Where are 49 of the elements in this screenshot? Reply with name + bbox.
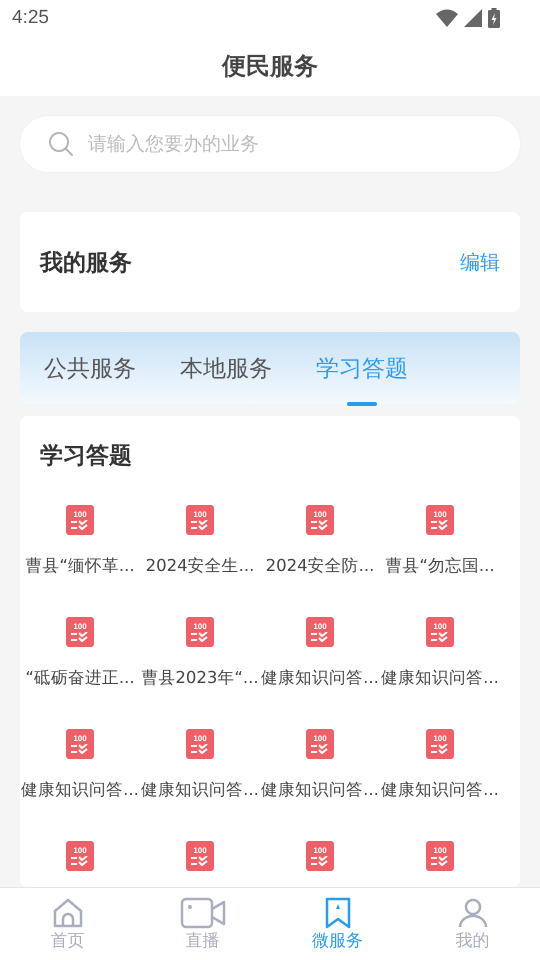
quiz-icon[interactable]: 100 (306, 729, 334, 759)
quiz-label[interactable]: 2024安全生... (146, 553, 254, 579)
quiz-label[interactable]: “砥砺奋进正... (25, 665, 135, 691)
quiz-icon[interactable]: 100 (426, 841, 454, 871)
quiz-icon[interactable]: 100 (186, 841, 214, 871)
quiz-label[interactable]: 健康知识问答... (141, 777, 259, 803)
quiz-label[interactable]: 健康知识问答... (381, 777, 499, 803)
user-icon (456, 897, 488, 929)
nav-item[interactable]: 直播 (142, 888, 262, 960)
tab[interactable]: 公共服务 (32, 332, 148, 404)
status-time: 4:25 (12, 7, 49, 29)
quiz-label[interactable]: 健康知识问答... (261, 665, 379, 691)
quiz-label[interactable]: 2024安全防... (266, 553, 374, 579)
nav-item[interactable]: 首页 (8, 888, 128, 960)
quiz-icon[interactable]: 100 (426, 617, 454, 647)
quiz-label[interactable]: 曹县2023年“... (141, 665, 259, 691)
quiz-icon[interactable]: 100 (186, 617, 214, 647)
quiz-icon[interactable]: 100 (426, 505, 454, 535)
quiz-icon[interactable]: 100 (66, 841, 94, 871)
wifi-icon (436, 9, 458, 27)
search-field[interactable]: 请输入您要办的业务 (20, 116, 520, 172)
quiz-label[interactable]: 曹县“勿忘国... (385, 553, 495, 579)
bookmark-icon (324, 897, 352, 929)
quiz-icon[interactable]: 100 (426, 729, 454, 759)
section-title: 学习答题 (39, 442, 133, 471)
quiz-icon[interactable]: 100 (66, 505, 94, 535)
search-icon (48, 131, 74, 157)
quiz-icon[interactable]: 100 (66, 617, 94, 647)
quiz-icon[interactable]: 100 (306, 505, 334, 535)
section-title: 我的服务 (40, 248, 132, 278)
page-title: 便民服务 (222, 51, 318, 82)
quiz-label[interactable]: 健康知识问答... (261, 777, 379, 803)
quiz-icon[interactable]: 100 (186, 505, 214, 535)
home-icon (52, 897, 84, 929)
battery-icon (488, 8, 500, 28)
nav-item[interactable]: 微服务 (278, 888, 398, 960)
quiz-icon[interactable]: 100 (186, 729, 214, 759)
tab[interactable]: 本地服务 (168, 332, 284, 404)
quiz-icon[interactable]: 100 (306, 841, 334, 871)
nav-item[interactable]: 我的 (412, 888, 532, 960)
quiz-icon[interactable]: 100 (306, 617, 334, 647)
quiz-label[interactable]: 健康知识问答... (21, 777, 139, 803)
quiz-label[interactable]: 健康知识问答... (381, 665, 499, 691)
video-camera-icon (180, 897, 226, 929)
signal-icon (464, 9, 482, 27)
edit-link[interactable]: 编辑 (460, 248, 500, 276)
tab[interactable]: 学习答题 (304, 332, 420, 404)
quiz-label[interactable]: 曹县“缅怀革... (25, 553, 135, 579)
quiz-icon[interactable]: 100 (66, 729, 94, 759)
